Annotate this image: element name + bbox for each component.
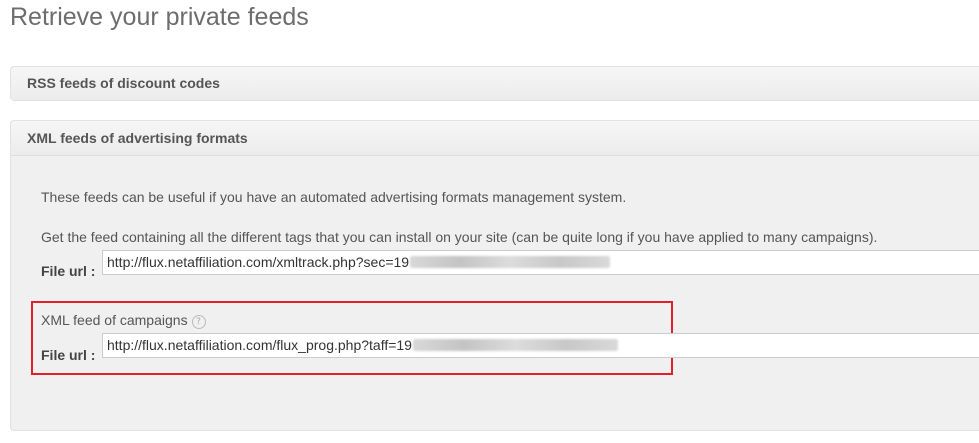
xml-feeds-panel: XML feeds of advertising formats These f… <box>10 120 979 431</box>
campaigns-feed-title: XML feed of campaigns <box>41 312 188 328</box>
campaigns-feed-url-text: http://flux.netaffiliation.com/flux_prog… <box>107 337 412 353</box>
tags-feed-file-url-label: File url : <box>41 263 96 279</box>
xml-feeds-panel-header[interactable]: XML feeds of advertising formats <box>11 121 979 156</box>
xml-feeds-intro: These feeds can be useful if you have an… <box>41 189 627 205</box>
tags-feed-description: Get the feed containing all the differen… <box>41 229 878 245</box>
tags-feed-url-field[interactable]: http://flux.netaffiliation.com/xmltrack.… <box>102 250 979 275</box>
redacted-token <box>410 256 611 269</box>
campaigns-feed-url-field[interactable]: http://flux.netaffiliation.com/flux_prog… <box>102 333 979 358</box>
campaigns-feed-file-url-label: File url : <box>41 347 96 363</box>
campaigns-feed-section: XML feed of campaigns? <box>41 312 206 329</box>
tags-feed-url-text: http://flux.netaffiliation.com/xmltrack.… <box>107 254 410 270</box>
rss-feeds-panel-header[interactable]: RSS feeds of discount codes <box>11 67 979 100</box>
redacted-token <box>412 339 618 352</box>
question-circle-icon[interactable]: ? <box>191 315 206 329</box>
rss-feeds-panel: RSS feeds of discount codes <box>10 66 979 101</box>
page-title: Retrieve your private feeds <box>10 3 309 31</box>
